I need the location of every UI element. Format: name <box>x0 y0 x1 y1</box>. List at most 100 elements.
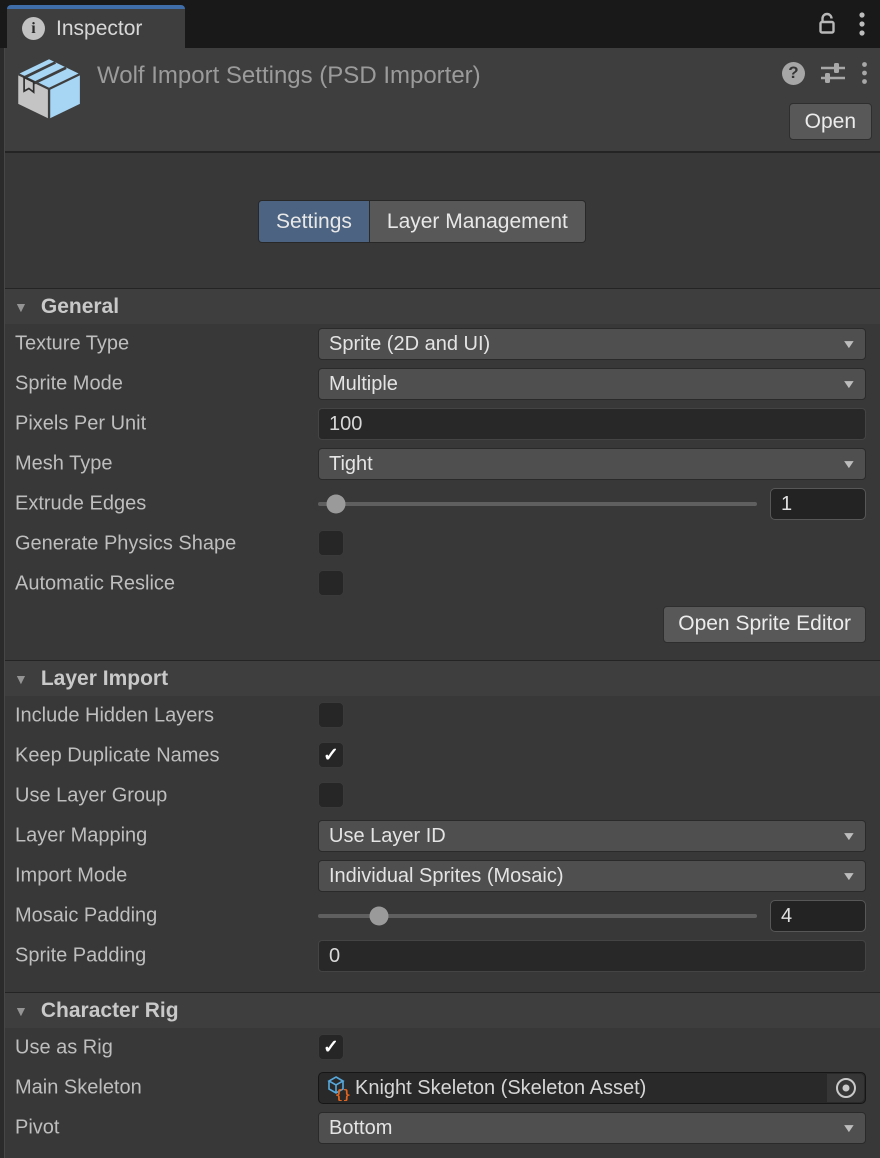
use-layer-group-checkbox[interactable] <box>318 782 344 808</box>
importer-mode-tabs: Settings Layer Management <box>258 200 586 243</box>
row-mosaic-padding: Mosaic Padding <box>0 896 880 936</box>
info-icon: i <box>22 17 45 40</box>
field-label: Sprite Padding <box>15 945 146 968</box>
field-label: Automatic Reslice <box>15 573 175 596</box>
field-label: Import Mode <box>15 865 127 888</box>
object-field-value: Knight Skeleton (Skeleton Asset) <box>355 1077 646 1100</box>
row-open-sprite-editor: Open Sprite Editor <box>0 604 880 644</box>
texture-type-dropdown[interactable]: Sprite (2D and UI) ▼ <box>318 328 866 360</box>
slider-thumb[interactable] <box>326 495 345 514</box>
skeleton-asset-icon: {} <box>326 1075 351 1101</box>
chevron-down-icon: ▼ <box>841 829 857 843</box>
open-sprite-editor-button[interactable]: Open Sprite Editor <box>663 606 866 643</box>
import-mode-dropdown[interactable]: Individual Sprites (Mosaic) ▼ <box>318 860 866 892</box>
psd-importer-icon <box>14 57 82 126</box>
field-label: Use as Rig <box>15 1037 113 1060</box>
row-sprite-padding: Sprite Padding <box>0 936 880 976</box>
section-character-rig: ▼ Character Rig Use as Rig ✓ Main Skelet… <box>0 992 880 1148</box>
presets-icon[interactable] <box>820 61 846 85</box>
sprite-padding-field[interactable] <box>318 940 866 972</box>
row-generate-physics-shape: Generate Physics Shape <box>0 524 880 564</box>
dropdown-value: Tight <box>329 453 373 476</box>
section-title: General <box>41 295 119 319</box>
row-import-mode: Import Mode Individual Sprites (Mosaic) … <box>0 856 880 896</box>
chevron-down-icon: ▼ <box>841 457 857 471</box>
open-button[interactable]: Open <box>789 103 872 140</box>
extrude-edges-slider[interactable] <box>318 502 757 506</box>
field-label: Pivot <box>15 1117 59 1140</box>
row-pivot: Pivot Bottom ▼ <box>0 1108 880 1148</box>
tab-inspector[interactable]: i Inspector <box>7 5 185 48</box>
object-picker-button[interactable] <box>827 1074 864 1102</box>
dropdown-value: Individual Sprites (Mosaic) <box>329 865 564 888</box>
layer-import-foldout-header[interactable]: ▼ Layer Import <box>0 660 880 696</box>
field-label: Include Hidden Layers <box>15 705 214 728</box>
sprite-mode-dropdown[interactable]: Multiple ▼ <box>318 368 866 400</box>
row-main-skeleton: Main Skeleton {} Knight Skeleton (Skelet… <box>0 1068 880 1108</box>
asset-header: Wolf Import Settings (PSD Importer) ? Op… <box>0 48 880 153</box>
chevron-down-icon: ▼ <box>841 1121 857 1135</box>
row-mesh-type: Mesh Type Tight ▼ <box>0 444 880 484</box>
include-hidden-layers-checkbox[interactable] <box>318 702 344 728</box>
dropdown-value: Sprite (2D and UI) <box>329 333 490 356</box>
dropdown-value: Bottom <box>329 1117 392 1140</box>
mosaic-padding-slider[interactable] <box>318 914 757 918</box>
row-sprite-mode: Sprite Mode Multiple ▼ <box>0 364 880 404</box>
unlock-icon[interactable] <box>817 12 838 36</box>
titlebar: i Inspector <box>0 0 880 48</box>
extrude-edges-value-field[interactable] <box>770 488 866 520</box>
row-use-as-rig: Use as Rig ✓ <box>0 1028 880 1068</box>
foldout-icon: ▼ <box>14 1003 28 1019</box>
mesh-type-dropdown[interactable]: Tight ▼ <box>318 448 866 480</box>
row-texture-type: Texture Type Sprite (2D and UI) ▼ <box>0 324 880 364</box>
field-label: Keep Duplicate Names <box>15 745 220 768</box>
field-label: Pixels Per Unit <box>15 413 146 436</box>
main-skeleton-object-field[interactable]: {} Knight Skeleton (Skeleton Asset) <box>318 1072 866 1104</box>
row-include-hidden-layers: Include Hidden Layers <box>0 696 880 736</box>
general-foldout-header[interactable]: ▼ General <box>0 288 880 324</box>
field-label: Main Skeleton <box>15 1077 142 1100</box>
row-keep-duplicate-names: Keep Duplicate Names ✓ <box>0 736 880 776</box>
row-extrude-edges: Extrude Edges <box>0 484 880 524</box>
use-as-rig-checkbox[interactable]: ✓ <box>318 1034 344 1060</box>
pixels-per-unit-field[interactable] <box>318 408 866 440</box>
field-label: Mesh Type <box>15 453 112 476</box>
chevron-down-icon: ▼ <box>841 337 857 351</box>
window-edge <box>0 48 5 1158</box>
mosaic-padding-value-field[interactable] <box>770 900 866 932</box>
object-picker-icon <box>836 1078 856 1098</box>
field-label: Layer Mapping <box>15 825 147 848</box>
field-label: Use Layer Group <box>15 785 167 808</box>
inspector-window: i Inspector Wo <box>0 0 880 1158</box>
automatic-reslice-checkbox[interactable] <box>318 570 344 596</box>
field-label: Sprite Mode <box>15 373 123 396</box>
layer-mapping-dropdown[interactable]: Use Layer ID ▼ <box>318 820 866 852</box>
keep-duplicate-names-checkbox[interactable]: ✓ <box>318 742 344 768</box>
field-label: Texture Type <box>15 333 129 356</box>
section-title: Character Rig <box>41 999 179 1023</box>
field-label: Mosaic Padding <box>15 905 157 928</box>
section-layer-import: ▼ Layer Import Include Hidden Layers Kee… <box>0 660 880 976</box>
kebab-menu-icon[interactable] <box>858 11 866 37</box>
field-label: Generate Physics Shape <box>15 533 236 556</box>
checkmark-icon: ✓ <box>323 744 339 767</box>
header-kebab-menu-icon[interactable] <box>861 61 868 85</box>
help-icon[interactable]: ? <box>782 62 805 85</box>
svg-text:{}: {} <box>335 1088 351 1101</box>
inspector-tab-label: Inspector <box>56 17 142 41</box>
foldout-icon: ▼ <box>14 671 28 687</box>
section-general: ▼ General Texture Type Sprite (2D and UI… <box>0 288 880 644</box>
character-rig-foldout-header[interactable]: ▼ Character Rig <box>0 992 880 1028</box>
foldout-icon: ▼ <box>14 299 28 315</box>
checkmark-icon: ✓ <box>323 1036 339 1059</box>
row-layer-mapping: Layer Mapping Use Layer ID ▼ <box>0 816 880 856</box>
row-pixels-per-unit: Pixels Per Unit <box>0 404 880 444</box>
tab-layer-management[interactable]: Layer Management <box>369 201 585 242</box>
row-use-layer-group: Use Layer Group <box>0 776 880 816</box>
section-title: Layer Import <box>41 667 168 691</box>
slider-thumb[interactable] <box>370 907 389 926</box>
generate-physics-shape-checkbox[interactable] <box>318 530 344 556</box>
tab-settings[interactable]: Settings <box>259 201 369 242</box>
dropdown-value: Use Layer ID <box>329 825 446 848</box>
pivot-dropdown[interactable]: Bottom ▼ <box>318 1112 866 1144</box>
